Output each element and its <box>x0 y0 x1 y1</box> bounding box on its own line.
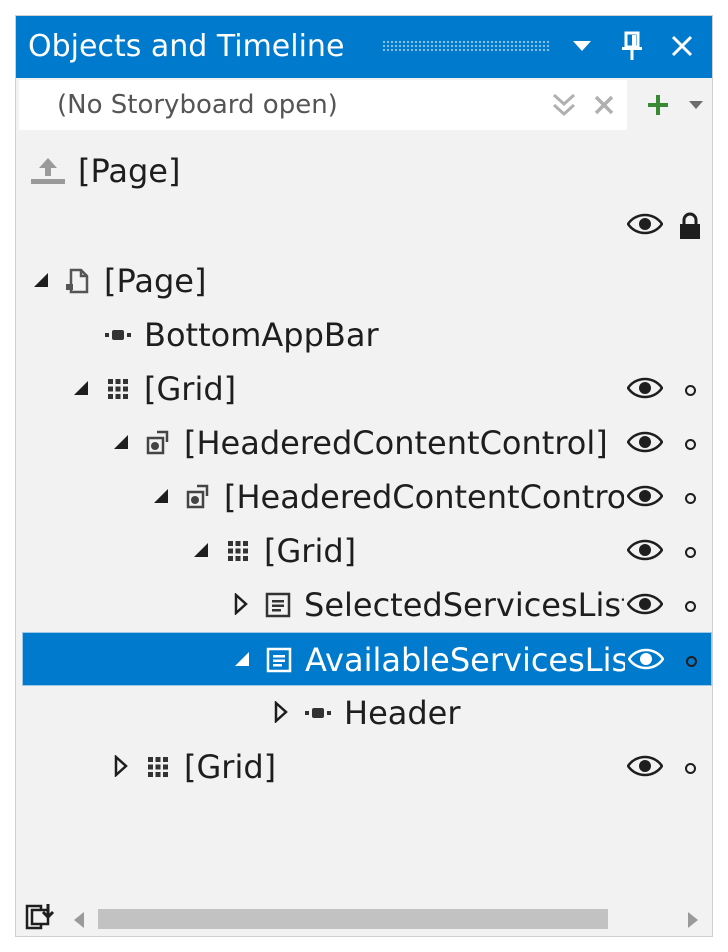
tree-item-label: SelectedServicesListView <box>304 586 624 624</box>
pin-button[interactable] <box>612 26 652 66</box>
lock-toggle[interactable] <box>676 538 704 566</box>
tree-item-label: [Page] <box>104 262 207 300</box>
visibility-eye-icon[interactable] <box>627 430 663 454</box>
close-icon <box>594 95 614 115</box>
tree-row[interactable]: BottomAppBar <box>16 308 712 362</box>
double-chevron-down-icon <box>552 93 576 117</box>
tree-row[interactable]: [HeaderedContentControl] <box>16 416 712 470</box>
tree-item-label: Header <box>344 694 461 732</box>
tree-item-label: [Grid] <box>144 370 237 408</box>
close-button[interactable] <box>662 26 702 66</box>
close-storyboard-button[interactable] <box>587 88 621 122</box>
expanded-triangle-icon[interactable] <box>70 377 92 399</box>
tree-row[interactable]: [Grid] <box>16 740 712 794</box>
pin-icon <box>622 31 642 60</box>
chevron-down-icon <box>689 101 703 109</box>
lock-dot-icon <box>684 762 696 774</box>
chevron-down-icon <box>573 41 591 51</box>
grid-icon <box>104 375 132 403</box>
visibility-eye-icon[interactable] <box>627 538 663 562</box>
visibility-eye-icon[interactable] <box>627 376 663 400</box>
scroll-right-button[interactable] <box>686 910 700 930</box>
scroll-left-button[interactable] <box>72 910 86 930</box>
new-storyboard-button[interactable] <box>641 88 675 122</box>
lock-toggle[interactable] <box>676 592 704 620</box>
navigate-down-icon <box>25 904 55 930</box>
storyboard-picker[interactable]: (No Storyboard open) <box>19 80 627 130</box>
tree-row[interactable]: [Grid] <box>16 524 712 578</box>
dropdown-menu-button[interactable] <box>562 26 602 66</box>
collapsed-triangle-icon[interactable] <box>270 701 292 723</box>
content-control-icon <box>144 429 172 457</box>
tree-row[interactable]: [HeaderedContentControl] <box>16 470 712 524</box>
visibility-eye-icon[interactable] <box>627 484 663 508</box>
tree-row[interactable]: SelectedServicesListView <box>16 578 712 632</box>
lock-dot-icon <box>684 384 696 396</box>
panel-title-bar[interactable]: Objects and Timeline <box>16 16 712 78</box>
tree-item-label: AvailableServicesListView <box>305 641 625 679</box>
lock-column-button[interactable] <box>676 212 704 240</box>
grid-icon <box>224 537 252 565</box>
list-icon <box>264 591 292 619</box>
collapsed-triangle-icon[interactable] <box>230 593 252 615</box>
collapsed-triangle-icon[interactable] <box>110 755 132 777</box>
tree-item-label: [HeaderedContentControl] <box>184 424 608 462</box>
storyboard-bar: (No Storyboard open) <box>19 80 711 130</box>
list-icon <box>265 646 293 674</box>
arrow-right-icon <box>688 912 698 928</box>
arrow-left-icon <box>74 912 84 928</box>
element-icon <box>104 321 132 349</box>
lock-dot-icon <box>684 438 696 450</box>
expanded-triangle-icon[interactable] <box>231 648 253 670</box>
visibility-eye-icon[interactable] <box>627 592 663 616</box>
tree-row[interactable]: AvailableServicesListView <box>22 632 712 686</box>
horizontal-scrollbar-thumb[interactable] <box>98 909 608 929</box>
lock-dot-icon <box>684 600 696 612</box>
tree-item-label: [HeaderedContentControl] <box>224 478 624 516</box>
tree-row[interactable]: [Page] <box>16 254 712 308</box>
element-icon <box>304 699 332 727</box>
lock-toggle[interactable] <box>676 754 704 782</box>
lock-dot-icon <box>684 492 696 504</box>
lock-toggle[interactable] <box>676 430 704 458</box>
panel-title: Objects and Timeline <box>28 29 345 64</box>
tree-row[interactable]: [Grid] <box>16 362 712 416</box>
lock-toggle[interactable] <box>677 647 705 675</box>
lock-dot-icon <box>684 546 696 558</box>
storyboard-options-button[interactable] <box>679 88 712 122</box>
tree-item-label: BottomAppBar <box>144 316 379 354</box>
visibility-eye-icon[interactable] <box>627 754 663 778</box>
tree-item-label: [Grid] <box>184 748 277 786</box>
expanded-triangle-icon[interactable] <box>150 485 172 507</box>
drag-grip[interactable] <box>382 40 550 52</box>
scope-up-row[interactable]: [Page] <box>16 144 712 198</box>
tree-row[interactable]: Header <box>16 686 712 740</box>
scope-up-icon[interactable] <box>30 156 66 186</box>
expand-all-button[interactable] <box>547 88 581 122</box>
close-icon <box>671 35 693 57</box>
footer-bar <box>16 892 712 936</box>
tree-item-label: [Grid] <box>264 532 357 570</box>
navigator-button[interactable] <box>24 900 58 932</box>
expanded-triangle-icon[interactable] <box>30 269 52 291</box>
root-label: [Page] <box>78 152 181 190</box>
grid-icon <box>144 753 172 781</box>
visibility-eye-icon[interactable] <box>628 647 664 671</box>
expanded-triangle-icon[interactable] <box>110 431 132 453</box>
column-header-row <box>16 198 712 252</box>
lock-icon <box>680 212 700 239</box>
expanded-triangle-icon[interactable] <box>190 539 212 561</box>
content-control-icon <box>184 483 212 511</box>
lock-toggle[interactable] <box>676 376 704 404</box>
lock-toggle[interactable] <box>676 484 704 512</box>
objects-and-timeline-panel: Objects and Timeline (No Storyboard open… <box>15 15 713 937</box>
visibility-column-eye-icon[interactable] <box>627 212 663 236</box>
plus-icon <box>648 95 668 115</box>
page-icon <box>64 267 92 295</box>
lock-dot-icon <box>685 655 697 667</box>
